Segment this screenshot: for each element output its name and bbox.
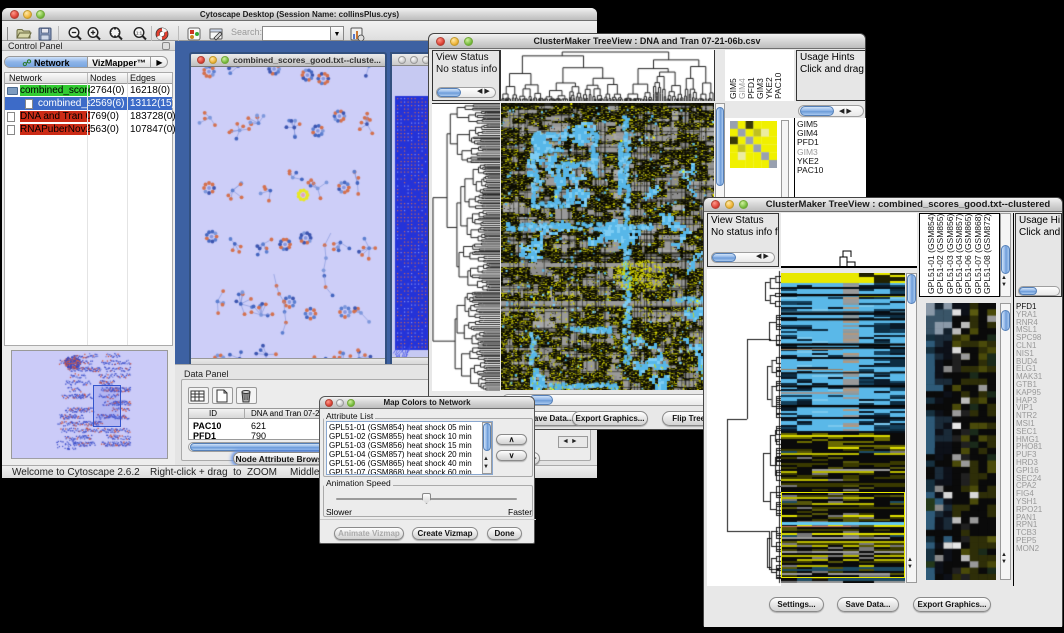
- svg-text:1:1: 1:1: [136, 31, 143, 36]
